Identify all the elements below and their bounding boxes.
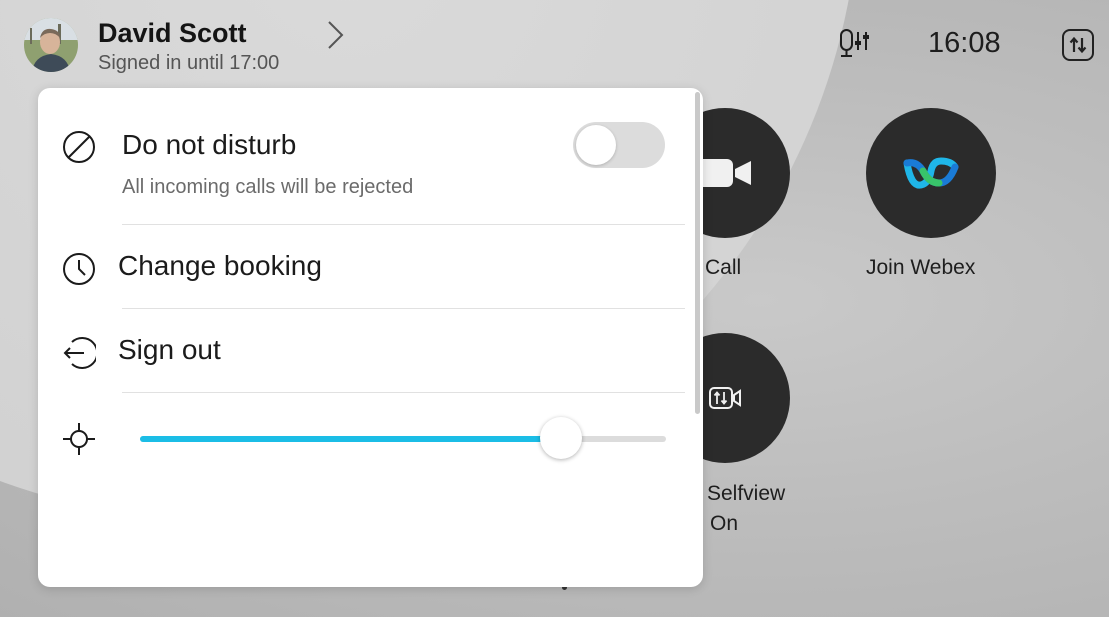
- panel-scrollbar[interactable]: [695, 92, 700, 414]
- join-webex-label: Join Webex: [866, 256, 976, 279]
- divider: [122, 224, 685, 225]
- sign-out-icon: [63, 337, 96, 369]
- do-not-disturb-label: Do not disturb: [122, 129, 297, 160]
- selfview-state-label: On: [710, 512, 739, 535]
- brightness-slider[interactable]: [140, 417, 666, 459]
- do-not-disturb-toggle[interactable]: [573, 122, 665, 168]
- device-screen: David Scott Signed in until 17:00 16:08 …: [0, 0, 1109, 625]
- clock: 16:08: [928, 27, 1001, 59]
- chevron-right-icon: [328, 21, 344, 49]
- sign-in-status: Signed in until 17:00: [98, 52, 280, 74]
- toggle-knob: [576, 125, 616, 165]
- do-not-disturb-icon: [63, 131, 95, 163]
- avatar: [24, 18, 78, 72]
- quick-settings-panel: Do not disturb All incoming calls will b…: [38, 88, 703, 587]
- brightness-slider-thumb[interactable]: [539, 417, 582, 459]
- change-booking-button[interactable]: Change booking: [118, 250, 322, 282]
- brightness-slider-fill: [140, 436, 561, 442]
- swap-icon: [1069, 36, 1087, 54]
- join-webex-button[interactable]: [866, 108, 996, 238]
- selfview-icon: [709, 387, 741, 409]
- divider: [122, 308, 685, 309]
- do-not-disturb-description: All incoming calls will be rejected: [122, 176, 414, 198]
- user-name: David Scott: [98, 18, 247, 48]
- bottom-strip: [0, 617, 1109, 625]
- divider: [122, 392, 685, 393]
- microphone-settings-icon[interactable]: [839, 28, 873, 66]
- clock-icon: [63, 253, 95, 285]
- brightness-icon: [63, 423, 95, 455]
- selfview-label: Selfview: [707, 482, 786, 505]
- call-label: Call: [705, 256, 742, 279]
- webex-logo-icon: [903, 157, 959, 189]
- sign-out-button[interactable]: Sign out: [118, 334, 221, 366]
- swap-button[interactable]: [1062, 29, 1094, 61]
